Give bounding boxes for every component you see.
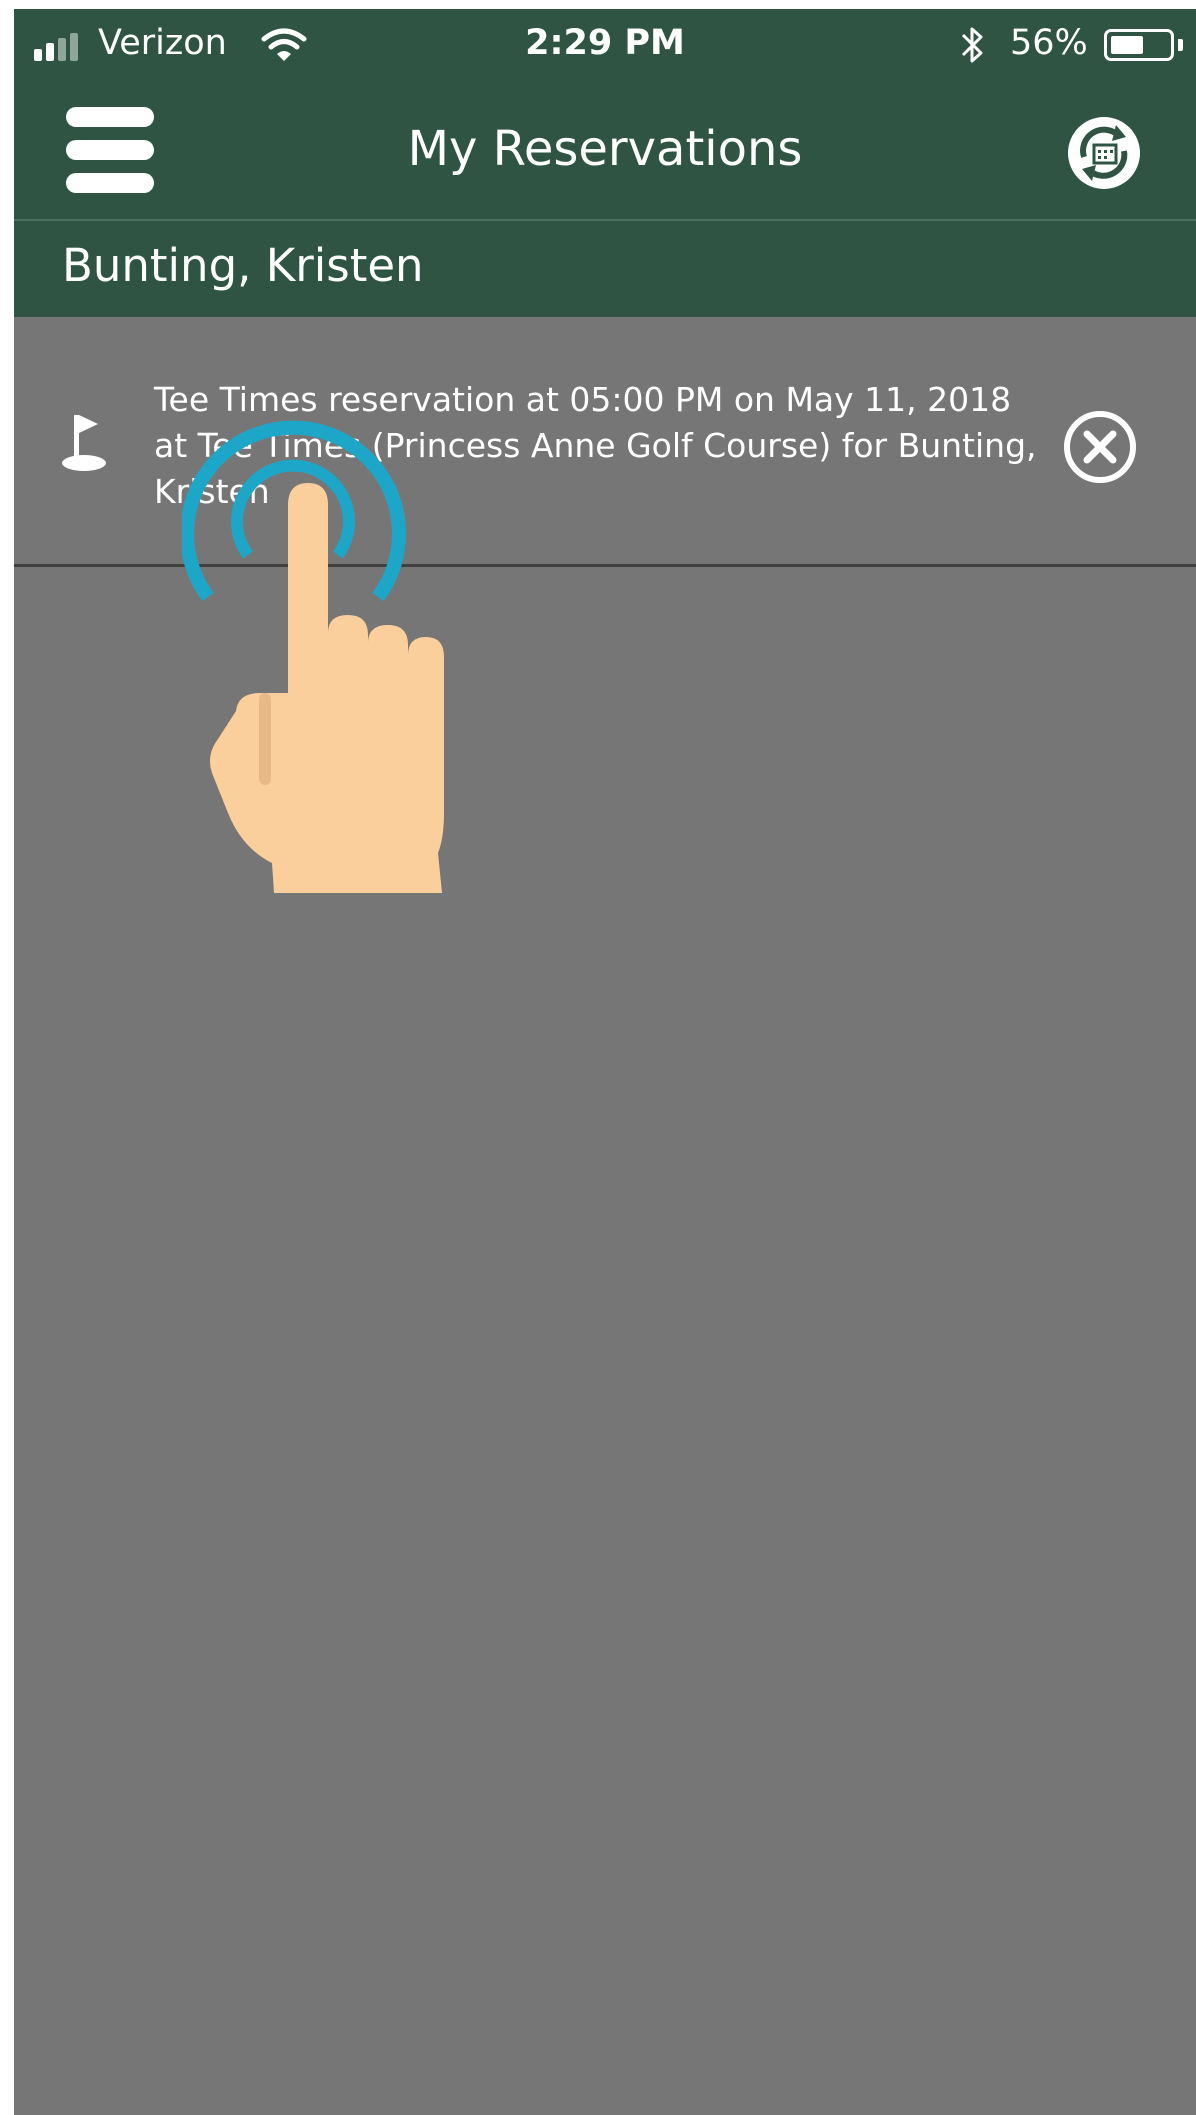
member-name: Bunting, Kristen [62,239,424,292]
battery-tip [1178,39,1183,51]
status-bar: Verizon 2:29 PM 56% [14,9,1196,77]
refresh-calendar-icon[interactable] [1064,113,1144,193]
battery-icon [1104,29,1174,61]
reservation-list-item[interactable]: Tee Times reservation at 05:00 PM on May… [14,317,1196,567]
battery-percent: 56% [1010,23,1088,63]
reservation-description: Tee Times reservation at 05:00 PM on May… [154,380,1037,511]
golf-flag-icon [62,415,106,471]
cancel-circle-icon[interactable] [1062,409,1138,485]
page-title: My Reservations [407,121,803,177]
nav-bar: My Reservations [14,77,1196,221]
app-screen: Verizon 2:29 PM 56% My Reservations Bunt… [14,9,1196,2115]
battery-fill [1111,36,1143,54]
member-header: Bunting, Kristen [14,221,1196,317]
bluetooth-icon [961,27,983,63]
